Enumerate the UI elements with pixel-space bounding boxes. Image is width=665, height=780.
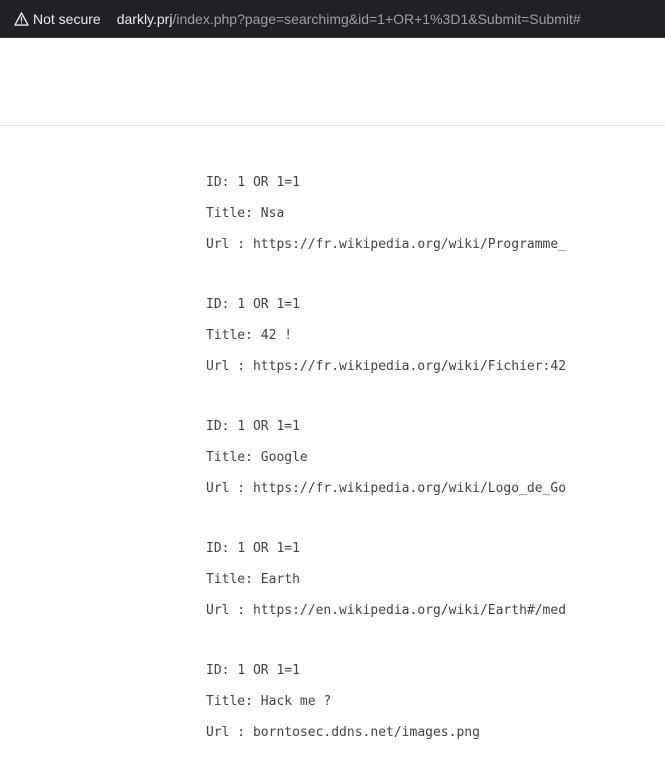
title-label: Title: — [206, 328, 253, 343]
result-title: Title: Earth — [206, 567, 566, 598]
title-label: Title: — [206, 450, 253, 465]
id-value: 1 OR 1=1 — [237, 541, 300, 556]
id-label: ID: — [206, 419, 230, 434]
id-value: 1 OR 1=1 — [237, 175, 300, 190]
url-value: https://fr.wikipedia.org/wiki/Fichier:42 — [252, 359, 567, 374]
result-item: ID: 1 OR 1=1 Title: Google Url : https:/… — [206, 414, 566, 507]
url-field[interactable]: darkly.prj/index.php?page=searchimg&id=1… — [117, 11, 581, 27]
page-header — [0, 38, 665, 126]
url-value: https://en.wikipedia.org/wiki/Earth#/med — [252, 603, 567, 618]
title-value: Earth — [260, 572, 300, 587]
url-label: Url : — [206, 359, 246, 374]
url-label: Url : — [206, 603, 246, 618]
id-label: ID: — [206, 663, 230, 678]
url-value: https://fr.wikipedia.org/wiki/Programme_ — [252, 237, 567, 252]
id-label: ID: — [206, 297, 230, 312]
result-title: Title: Nsa — [206, 201, 566, 232]
browser-address-bar: Not secure darkly.prj/index.php?page=sea… — [0, 0, 665, 38]
result-id: ID: 1 OR 1=1 — [206, 414, 566, 445]
result-title: Title: Google — [206, 445, 566, 476]
title-label: Title: — [206, 694, 253, 709]
result-url: Url : https://fr.wikipedia.org/wiki/Fich… — [206, 354, 566, 385]
url-host: darkly.prj — [116, 10, 173, 27]
result-id: ID: 1 OR 1=1 — [206, 170, 566, 201]
title-value: Nsa — [260, 206, 285, 221]
result-item: ID: 1 OR 1=1 Title: Nsa Url : https://fr… — [206, 170, 566, 263]
title-label: Title: — [206, 206, 253, 221]
result-item: ID: 1 OR 1=1 Title: Hack me ? Url : born… — [206, 658, 566, 751]
title-value: Google — [260, 450, 308, 465]
result-item: ID: 1 OR 1=1 Title: Earth Url : https://… — [206, 536, 566, 629]
url-value: https://fr.wikipedia.org/wiki/Logo_de_Go — [252, 481, 567, 496]
id-label: ID: — [206, 541, 230, 556]
title-value: 42 ! — [260, 328, 293, 343]
search-results: ID: 1 OR 1=1 Title: Nsa Url : https://fr… — [206, 170, 566, 780]
url-label: Url : — [206, 725, 246, 740]
id-value: 1 OR 1=1 — [237, 419, 300, 434]
result-url: Url : https://fr.wikipedia.org/wiki/Prog… — [206, 232, 566, 263]
url-label: Url : — [206, 481, 246, 496]
id-label: ID: — [206, 175, 230, 190]
title-value: Hack me ? — [260, 694, 332, 709]
url-value: borntosec.ddns.net/images.png — [252, 725, 480, 740]
result-title: Title: Hack me ? — [206, 689, 566, 720]
result-url: Url : https://en.wikipedia.org/wiki/Eart… — [206, 598, 566, 629]
result-id: ID: 1 OR 1=1 — [206, 292, 566, 323]
id-value: 1 OR 1=1 — [237, 297, 300, 312]
security-label: Not secure — [33, 10, 101, 27]
url-label: Url : — [206, 237, 246, 252]
result-url: Url : borntosec.ddns.net/images.png — [206, 720, 566, 751]
security-indicator[interactable]: Not secure — [14, 11, 101, 27]
title-label: Title: — [206, 572, 253, 587]
result-item: ID: 1 OR 1=1 Title: 42 ! Url : https://f… — [206, 292, 566, 385]
result-id: ID: 1 OR 1=1 — [206, 658, 566, 689]
result-title: Title: 42 ! — [206, 323, 566, 354]
result-url: Url : https://fr.wikipedia.org/wiki/Logo… — [206, 476, 566, 507]
warning-icon — [14, 11, 29, 26]
url-path: /index.php?page=searchimg&id=1+OR+1%3D1&… — [172, 10, 581, 27]
result-id: ID: 1 OR 1=1 — [206, 536, 566, 567]
id-value: 1 OR 1=1 — [237, 663, 300, 678]
